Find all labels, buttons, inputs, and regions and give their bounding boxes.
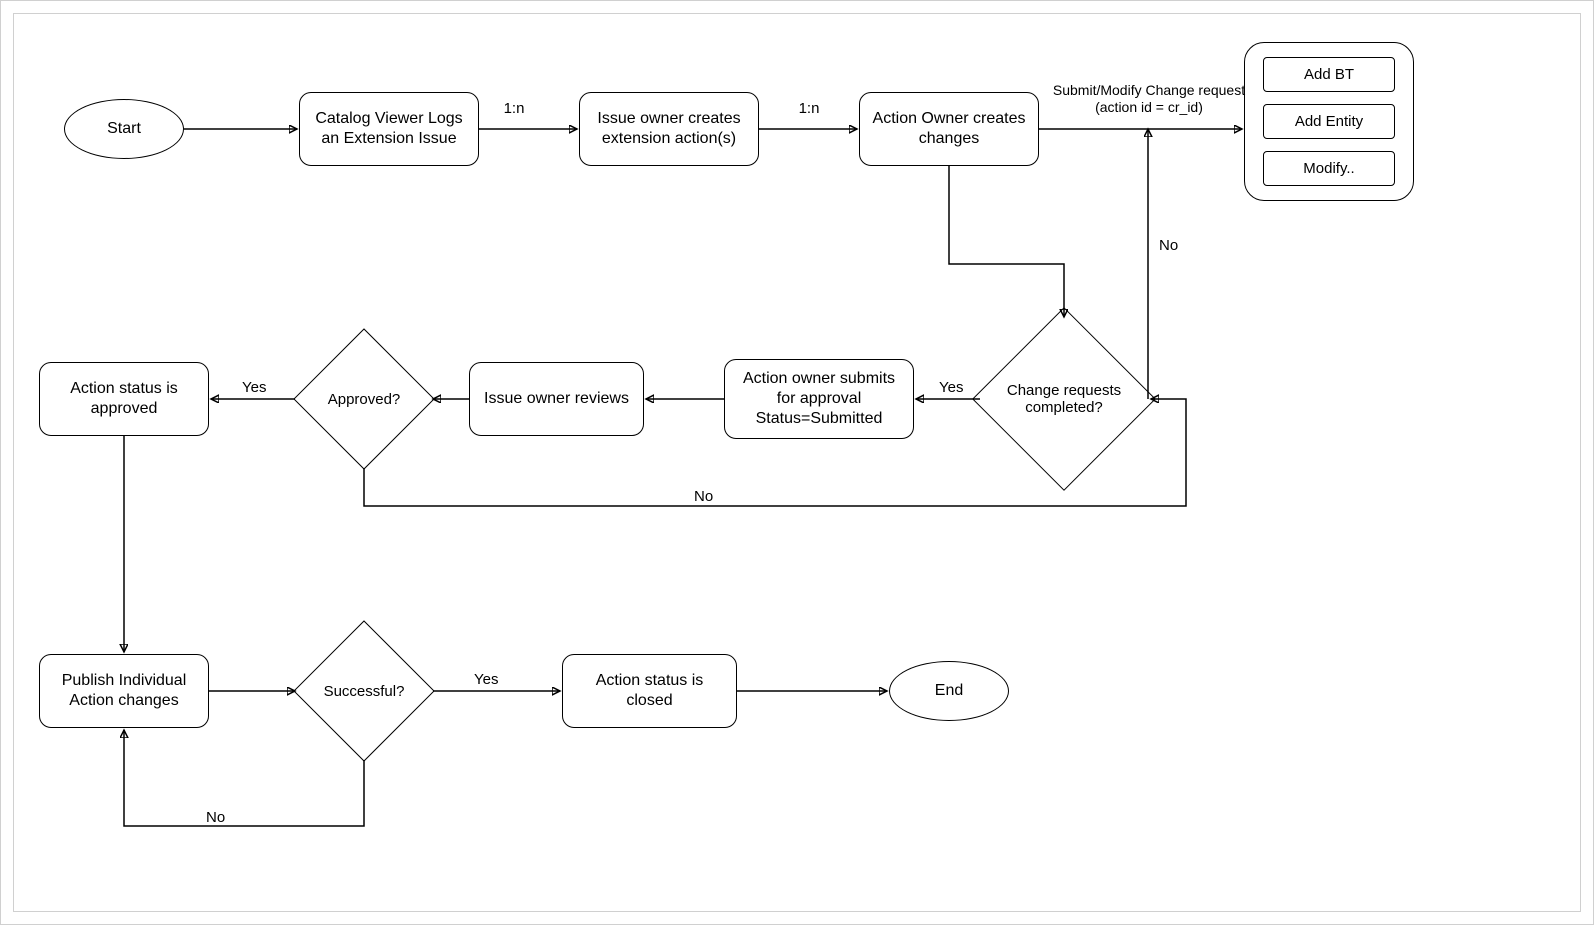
edge-label-no-2: No (694, 488, 713, 505)
action-owner-label: Action Owner creates changes (868, 109, 1030, 149)
edge-label-yes-1: Yes (939, 379, 963, 396)
start-node: Start (64, 99, 184, 159)
approved-status-node: Action status is approved (39, 362, 209, 436)
end-label: End (935, 681, 963, 701)
issue-review-node: Issue owner reviews (469, 362, 644, 436)
end-node: End (889, 661, 1009, 721)
issue-review-label: Issue owner reviews (484, 389, 629, 409)
add-bt-item: Add BT (1263, 57, 1395, 92)
closed-label: Action status is closed (571, 671, 728, 711)
action-submit-node: Action owner submits for approval Status… (724, 359, 914, 439)
successful-decision: Successful? (314, 641, 414, 741)
edge-label-yes-3: Yes (474, 671, 498, 688)
diagram-frame: Start Catalog Viewer Logs an Extension I… (13, 13, 1581, 912)
edge-label-no-1: No (1159, 237, 1178, 254)
diagram-canvas: Start Catalog Viewer Logs an Extension I… (0, 0, 1594, 925)
approved-decision-label: Approved? (314, 349, 414, 449)
edge-label-1n-2: 1:n (794, 100, 824, 117)
edge-label-1n-1: 1:n (499, 100, 529, 117)
catalog-node: Catalog Viewer Logs an Extension Issue (299, 92, 479, 166)
action-owner-node: Action Owner creates changes (859, 92, 1039, 166)
start-label: Start (107, 119, 141, 139)
modify-item: Modify.. (1263, 151, 1395, 186)
publish-label: Publish Individual Action changes (48, 671, 200, 711)
action-submit-label: Action owner submits for approval Status… (733, 369, 905, 429)
closed-node: Action status is closed (562, 654, 737, 728)
change-types-container: Add BT Add Entity Modify.. (1244, 42, 1414, 201)
approved-status-label: Action status is approved (48, 379, 200, 419)
publish-node: Publish Individual Action changes (39, 654, 209, 728)
successful-decision-label: Successful? (314, 641, 414, 741)
issue-creates-node: Issue owner creates extension action(s) (579, 92, 759, 166)
catalog-label: Catalog Viewer Logs an Extension Issue (308, 109, 470, 149)
change-requests-decision: Change requests completed? (999, 334, 1129, 464)
edge-label-submit: Submit/Modify Change request (action id … (1049, 82, 1249, 116)
approved-decision: Approved? (314, 349, 414, 449)
add-entity-item: Add Entity (1263, 104, 1395, 139)
issue-creates-label: Issue owner creates extension action(s) (588, 109, 750, 149)
change-requests-decision-label: Change requests completed? (999, 334, 1129, 464)
edge-label-no-3: No (206, 809, 225, 826)
edge-label-yes-2: Yes (242, 379, 266, 396)
